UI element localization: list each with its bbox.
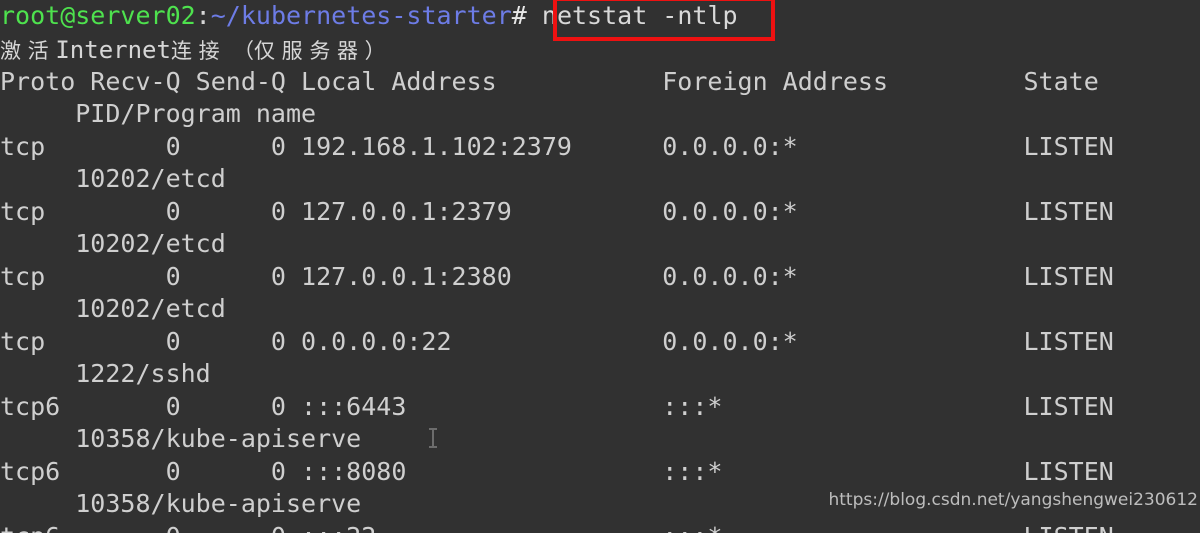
table-row-continuation: 10358/kube-apiserve: [0, 489, 362, 518]
table-row: tcp 0 0 0.0.0.0:22 0.0.0.0:* LISTEN: [0, 327, 1114, 356]
prompt-separator: :: [195, 1, 211, 30]
text-cursor-icon: [429, 428, 437, 448]
prompt-path: ~/kubernetes-starter: [210, 1, 512, 30]
table-header-line: Proto Recv-Q Send-Q Local Address Foreig…: [0, 67, 1099, 96]
banner-latin: Internet: [55, 36, 171, 64]
table-row-continuation: 10202/etcd: [0, 294, 226, 323]
table-row: tcp 0 0 127.0.0.1:2379 0.0.0.0:* LISTEN: [0, 197, 1114, 226]
table-row: tcp 0 0 127.0.0.1:2380 0.0.0.0:* LISTEN: [0, 262, 1114, 291]
watermark-text: https://blog.csdn.net/yangshengwei230612: [828, 489, 1198, 510]
terminal-window[interactable]: root@server02:~/kubernetes-starter# nets…: [0, 0, 1200, 533]
table-row-continuation: 10358/kube-apiserve: [0, 424, 362, 453]
typed-command[interactable]: netstat -ntlp: [542, 1, 738, 30]
table-row: tcp 0 0 192.168.1.102:2379 0.0.0.0:* LIS…: [0, 132, 1114, 161]
table-row: tcp6 0 0 :::6443 :::* LISTEN: [0, 392, 1114, 421]
prompt-sigil: #: [511, 1, 527, 30]
prompt-user-host: root@server02: [0, 1, 196, 30]
banner-suffix-cjk: 连 接 （仅 服 务 器 ）: [170, 39, 386, 63]
table-row-continuation: 10202/etcd: [0, 164, 226, 193]
table-row: tcp6 0 0 :::22 :::* LISTEN: [0, 521, 1114, 533]
table-row-continuation: 10202/etcd: [0, 229, 226, 258]
table-row-continuation: 1222/sshd: [0, 359, 211, 388]
table-subheader-line: PID/Program name: [0, 99, 317, 128]
banner-prefix-cjk: 激 活: [0, 39, 56, 63]
shell-prompt-line: root@server02:~/kubernetes-starter# nets…: [0, 0, 738, 32]
netstat-banner-line: 激 活 Internet连 接 （仅 服 务 器 ）: [0, 34, 386, 67]
